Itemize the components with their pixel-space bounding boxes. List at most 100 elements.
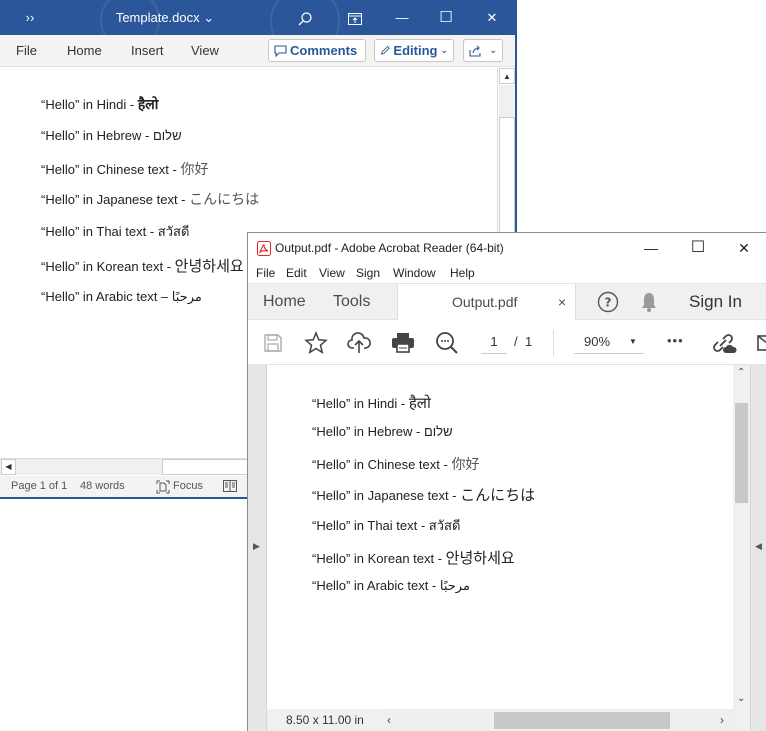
scrollbar-thumb[interactable] xyxy=(735,403,748,503)
line-prefix: “Hello” in Chinese text - xyxy=(312,457,452,472)
ribbon-tab-home[interactable]: Home xyxy=(67,35,102,67)
line-prefix: “Hello” in Korean text - xyxy=(312,551,446,566)
scroll-down-button[interactable]: ⌄ xyxy=(737,693,745,704)
document-title: Template.docx xyxy=(115,10,200,25)
zoom-out-button[interactable] xyxy=(434,330,460,356)
document-line-japanese: “Hello” in Japanese text - こんにちは xyxy=(41,189,259,209)
horizontal-scrollbar[interactable]: ‹ › xyxy=(383,709,733,731)
line-greeting: 안녕하세요 xyxy=(445,550,515,567)
total-pages: 1 xyxy=(525,334,533,349)
share-button[interactable]: ⌄ xyxy=(463,39,503,62)
minimize-button[interactable]: — xyxy=(384,0,420,35)
line-greeting: हैलो xyxy=(137,96,159,112)
editing-label: Editing xyxy=(393,43,438,58)
menu-view[interactable]: View xyxy=(319,263,345,283)
line-prefix: “Hello” in Chinese text - xyxy=(41,162,181,177)
word-title-bar[interactable]: ›› Template.docx ⌄ — ☐ ✕ xyxy=(0,0,515,56)
sign-in-button[interactable]: Sign In xyxy=(689,284,742,320)
zoom-select[interactable]: 90% ▼ xyxy=(574,332,644,354)
expand-right-panel-button[interactable]: ◀ xyxy=(755,541,762,552)
page-separator: / xyxy=(514,334,518,349)
print-button[interactable] xyxy=(390,330,416,356)
line-prefix: “Hello” in Thai text - xyxy=(312,518,429,533)
ribbon-display-button[interactable] xyxy=(340,0,370,35)
focus-label: Focus xyxy=(173,480,203,492)
magnifier-icon xyxy=(436,332,458,354)
comments-button[interactable]: Comments xyxy=(268,39,366,62)
document-title-button[interactable]: Template.docx ⌄ xyxy=(110,0,220,35)
scrollbar-track[interactable] xyxy=(499,85,515,117)
maximize-button[interactable]: ☐ xyxy=(428,0,464,35)
ribbon-display-icon xyxy=(348,12,362,25)
caret-down-icon: ▼ xyxy=(629,337,637,346)
chevron-down-icon: ⌄ xyxy=(440,45,448,55)
expand-left-panel-button[interactable]: ▶ xyxy=(253,541,260,552)
read-mode-button[interactable] xyxy=(223,476,237,497)
scroll-left-button[interactable]: ◀ xyxy=(1,459,16,475)
menu-edit[interactable]: Edit xyxy=(286,263,307,283)
scrollbar-thumb[interactable] xyxy=(162,459,252,475)
scroll-left-button[interactable]: ‹ xyxy=(387,709,391,731)
pdf-line-thai: “Hello” in Thai text - สวัสดี xyxy=(312,515,460,536)
page-count[interactable]: Page 1 of 1 xyxy=(11,476,67,497)
acrobat-title-bar[interactable]: Output.pdf - Adobe Acrobat Reader (64-bi… xyxy=(248,233,766,263)
document-line-arabic: “Hello” in Arabic text – مرحبًا xyxy=(41,289,202,305)
line-greeting: שלום xyxy=(152,128,182,143)
save-button[interactable] xyxy=(260,330,286,356)
menu-help[interactable]: Help xyxy=(450,263,475,283)
word-count[interactable]: 48 words xyxy=(80,476,125,497)
book-icon xyxy=(223,480,237,493)
ribbon-tab-file[interactable]: File xyxy=(16,35,37,67)
tab-document[interactable]: Output.pdf × xyxy=(397,284,576,321)
search-button[interactable] xyxy=(290,0,320,35)
tab-home[interactable]: Home xyxy=(263,284,306,320)
chevron-down-icon: ⌄ xyxy=(203,10,215,25)
share-link-button[interactable] xyxy=(711,330,737,356)
acrobat-logo-icon xyxy=(257,241,271,256)
left-panel-rail: ▶ xyxy=(248,365,267,731)
maximize-button[interactable]: ☐ xyxy=(675,233,721,263)
document-line-hebrew: “Hello” in Hebrew - שלום xyxy=(41,128,182,143)
acrobat-menu-bar: File Edit View Sign Window Help xyxy=(248,263,766,283)
focus-button[interactable]: Focus xyxy=(156,476,203,497)
minimize-button[interactable]: — xyxy=(628,233,674,263)
right-panel-rail: ◀ xyxy=(750,365,766,731)
pdf-page[interactable]: “Hello” in Hindi - हैलो “Hello” in Hebre… xyxy=(267,365,733,709)
close-button[interactable]: ✕ xyxy=(474,0,510,35)
menu-window[interactable]: Window xyxy=(393,263,436,283)
pdf-line-hindi: “Hello” in Hindi - हैलो xyxy=(312,393,431,413)
line-prefix: “Hello” in Hebrew - xyxy=(41,128,153,143)
share-icon xyxy=(469,45,481,57)
menu-sign[interactable]: Sign xyxy=(356,263,380,283)
document-line-thai: “Hello” in Thai text - สวัสดี xyxy=(41,221,189,242)
document-line-korean: “Hello” in Korean text - 안녕하세요 xyxy=(41,255,244,276)
close-button[interactable]: ✕ xyxy=(721,233,766,263)
upload-cloud-button[interactable] xyxy=(346,330,372,356)
acrobat-toolbar: 1 / 1 90% ▼ ••• xyxy=(248,320,766,365)
scroll-up-button[interactable]: ▲ xyxy=(499,68,515,84)
bookmark-star-button[interactable] xyxy=(303,330,329,356)
tab-tools[interactable]: Tools xyxy=(333,284,370,320)
vertical-scrollbar[interactable]: ⌃ ⌄ xyxy=(733,365,750,709)
line-prefix: “Hello” in Hebrew - xyxy=(312,424,424,439)
menu-file[interactable]: File xyxy=(256,263,275,283)
scroll-up-button[interactable]: ⌃ xyxy=(737,367,745,378)
ribbon-tab-insert[interactable]: Insert xyxy=(131,35,164,67)
help-icon[interactable]: ? xyxy=(597,291,619,313)
scroll-right-button[interactable]: › xyxy=(720,709,724,731)
ribbon-tab-view[interactable]: View xyxy=(191,35,219,67)
email-button[interactable] xyxy=(754,330,766,356)
more-tools-button[interactable]: ••• xyxy=(667,331,684,351)
scrollbar-thumb[interactable] xyxy=(494,712,670,729)
star-icon xyxy=(304,331,328,355)
line-greeting: שלום xyxy=(423,424,453,439)
editing-mode-button[interactable]: Editing ⌄ xyxy=(374,39,454,62)
document-line-chinese: “Hello” in Chinese text - 你好 xyxy=(41,159,208,179)
acrobat-window: Output.pdf - Adobe Acrobat Reader (64-bi… xyxy=(247,232,766,731)
notification-bell-icon[interactable] xyxy=(641,291,657,313)
line-greeting: こんにちは xyxy=(460,487,536,504)
current-page-input[interactable]: 1 xyxy=(481,332,507,354)
quick-access-overflow-button[interactable]: ›› xyxy=(20,0,40,35)
close-tab-button[interactable]: × xyxy=(558,284,566,320)
comments-label: Comments xyxy=(290,43,358,58)
